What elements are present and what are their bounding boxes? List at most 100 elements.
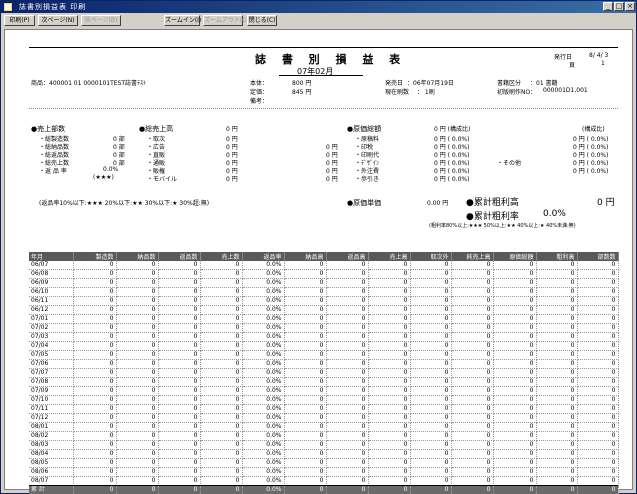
amount-label: ・モバイル xyxy=(147,176,178,183)
table-cell: 0 xyxy=(326,404,369,414)
total-row: 累 計 0 0 0 0 0.0% 0 0 0 0 0 0 0 0 xyxy=(29,485,619,494)
print-button[interactable]: 印刷(P) xyxy=(4,15,35,26)
table-cell: 0 xyxy=(200,261,243,270)
table-cell: 0 xyxy=(577,341,619,351)
table-cell: 07/08 xyxy=(29,377,74,387)
table-cell: 0 xyxy=(73,314,117,324)
table-cell: 0 xyxy=(326,269,369,279)
table-cell: 07/07 xyxy=(29,368,74,378)
table-cell: 0 xyxy=(577,368,619,378)
table-cell: 0 xyxy=(368,296,411,306)
table-cell: 0.0% xyxy=(242,413,285,423)
table-cell: 0 xyxy=(284,386,327,396)
table-cell: 0 xyxy=(410,467,452,477)
toolbar: 印刷(P) 次ページ(N) 前ページ(B) ズームイン(I) ズームアウト(O)… xyxy=(1,14,636,28)
table-cell: 0 xyxy=(451,261,494,270)
table-cell: 0 xyxy=(536,386,578,396)
sales-amount-head: ●総売上高 xyxy=(139,125,174,133)
table-cell: 0 xyxy=(73,305,117,315)
close-button[interactable]: 閉じる(C) xyxy=(247,15,277,26)
cost-ratio-head: (構成比) xyxy=(582,126,605,133)
table-cell: 0 xyxy=(451,395,494,405)
next-page-button[interactable]: 次ページ(N) xyxy=(38,15,78,26)
table-cell: 0 xyxy=(200,341,243,351)
table-cell: 06/08 xyxy=(29,269,74,279)
table-cell: 0 xyxy=(284,377,327,387)
table-cell: 0 xyxy=(410,261,452,270)
table-row: 07/05 0 0 0 0 0.0% 0 0 0 0 0 0 0 0 xyxy=(29,350,619,360)
table-cell: 0 xyxy=(73,458,117,468)
table-cell: 0 xyxy=(326,440,369,450)
table-cell: 0 xyxy=(368,449,411,459)
prev-page-button[interactable]: 前ページ(B) xyxy=(81,15,121,26)
table-cell: 0 xyxy=(284,395,327,405)
table-row: 08/04 0 0 0 0 0.0% 0 0 0 0 0 0 0 0 xyxy=(29,449,619,459)
minimize-icon[interactable]: _ xyxy=(603,2,613,11)
table-row: 07/11 0 0 0 0 0.0% 0 0 0 0 0 0 0 0 xyxy=(29,404,619,414)
maximize-icon[interactable]: □ xyxy=(614,2,624,11)
table-cell: 0 xyxy=(200,467,243,477)
table-cell: 0 xyxy=(536,449,578,459)
table-cell: 0 xyxy=(410,422,452,432)
zoom-out-button[interactable]: ズームアウト(O) xyxy=(203,15,249,26)
table-cell: 0 xyxy=(158,485,201,494)
table-cell: 0 xyxy=(577,413,619,423)
table-cell: 0 xyxy=(577,458,619,468)
table-cell: 0 xyxy=(326,278,369,288)
table-cell: 0 xyxy=(158,404,201,414)
table-cell: 0.0% xyxy=(242,422,285,432)
page-no: 1 xyxy=(601,60,605,67)
table-cell: 0 xyxy=(493,449,537,459)
table-cell: 0 xyxy=(73,341,117,351)
table-cell: 08/05 xyxy=(29,458,74,468)
table-cell: 0 xyxy=(410,431,452,441)
table-cell: 0 xyxy=(410,305,452,315)
close-icon[interactable]: × xyxy=(625,2,635,11)
table-cell: 0 xyxy=(73,431,117,441)
table-cell: 0 xyxy=(451,377,494,387)
first-print-value: 000001D1,001 xyxy=(543,87,588,94)
table-cell: 0 xyxy=(284,449,327,459)
table-cell: 0 xyxy=(577,278,619,288)
table-cell: 0 xyxy=(536,440,578,450)
preview-area[interactable]: 誌 書 別 損 益 表 07年02月 発行日 8/ 4/ 3 1 頁 商品：40… xyxy=(4,29,633,494)
table-cell: 0 xyxy=(577,422,619,432)
sales-units-head: ●売上部数 xyxy=(31,125,66,133)
table-cell: 0.0% xyxy=(242,485,285,494)
table-cell: 0 xyxy=(158,323,201,333)
table-cell: 06/12 xyxy=(29,305,74,315)
column-header: 粗利高 xyxy=(536,252,578,261)
table-cell: 0 xyxy=(326,314,369,324)
table-cell: 0 xyxy=(536,368,578,378)
gross-profit-value: 0 円 xyxy=(597,198,615,208)
table-cell: 0 xyxy=(493,458,537,468)
zoom-in-button[interactable]: ズームイン(I) xyxy=(164,15,201,26)
column-header: 部数数 xyxy=(577,252,619,261)
table-cell: 0.0% xyxy=(242,323,285,333)
table-cell: 0 xyxy=(368,440,411,450)
table-cell: 0 xyxy=(73,368,117,378)
table-cell: 0.0% xyxy=(242,332,285,342)
table-cell: 0 xyxy=(577,332,619,342)
table-header: 年月 製造数 納品数 返品数 売上数 返品率 納品高 返品高 売上高 取次外 純売上高 原価総額 粗利高… xyxy=(29,252,619,261)
table-cell: 0 xyxy=(410,350,452,360)
table-cell: 0 xyxy=(158,350,201,360)
table-cell: 0 xyxy=(200,377,243,387)
table-cell: 0 xyxy=(284,422,327,432)
table-cell: 08/02 xyxy=(29,431,74,441)
table-row: 07/07 0 0 0 0 0.0% 0 0 0 0 0 0 0 0 xyxy=(29,368,619,378)
table-cell: 0 xyxy=(284,296,327,306)
table-cell: 0 xyxy=(200,359,243,369)
table-cell: 0 xyxy=(410,296,452,306)
table-row: 07/02 0 0 0 0 0.0% 0 0 0 0 0 0 0 0 xyxy=(29,323,619,333)
table-cell: 0 xyxy=(326,449,369,459)
table-cell: 0 xyxy=(577,359,619,369)
table-cell: 0 xyxy=(493,314,537,324)
table-cell: 0 xyxy=(493,431,537,441)
table-cell: 0.0% xyxy=(242,278,285,288)
cost-label: ・歩引き xyxy=(355,176,380,183)
table-cell: 0 xyxy=(451,368,494,378)
table-cell: 0 xyxy=(73,296,117,306)
table-cell: 0 xyxy=(73,395,117,405)
table-cell: 07/03 xyxy=(29,332,74,342)
